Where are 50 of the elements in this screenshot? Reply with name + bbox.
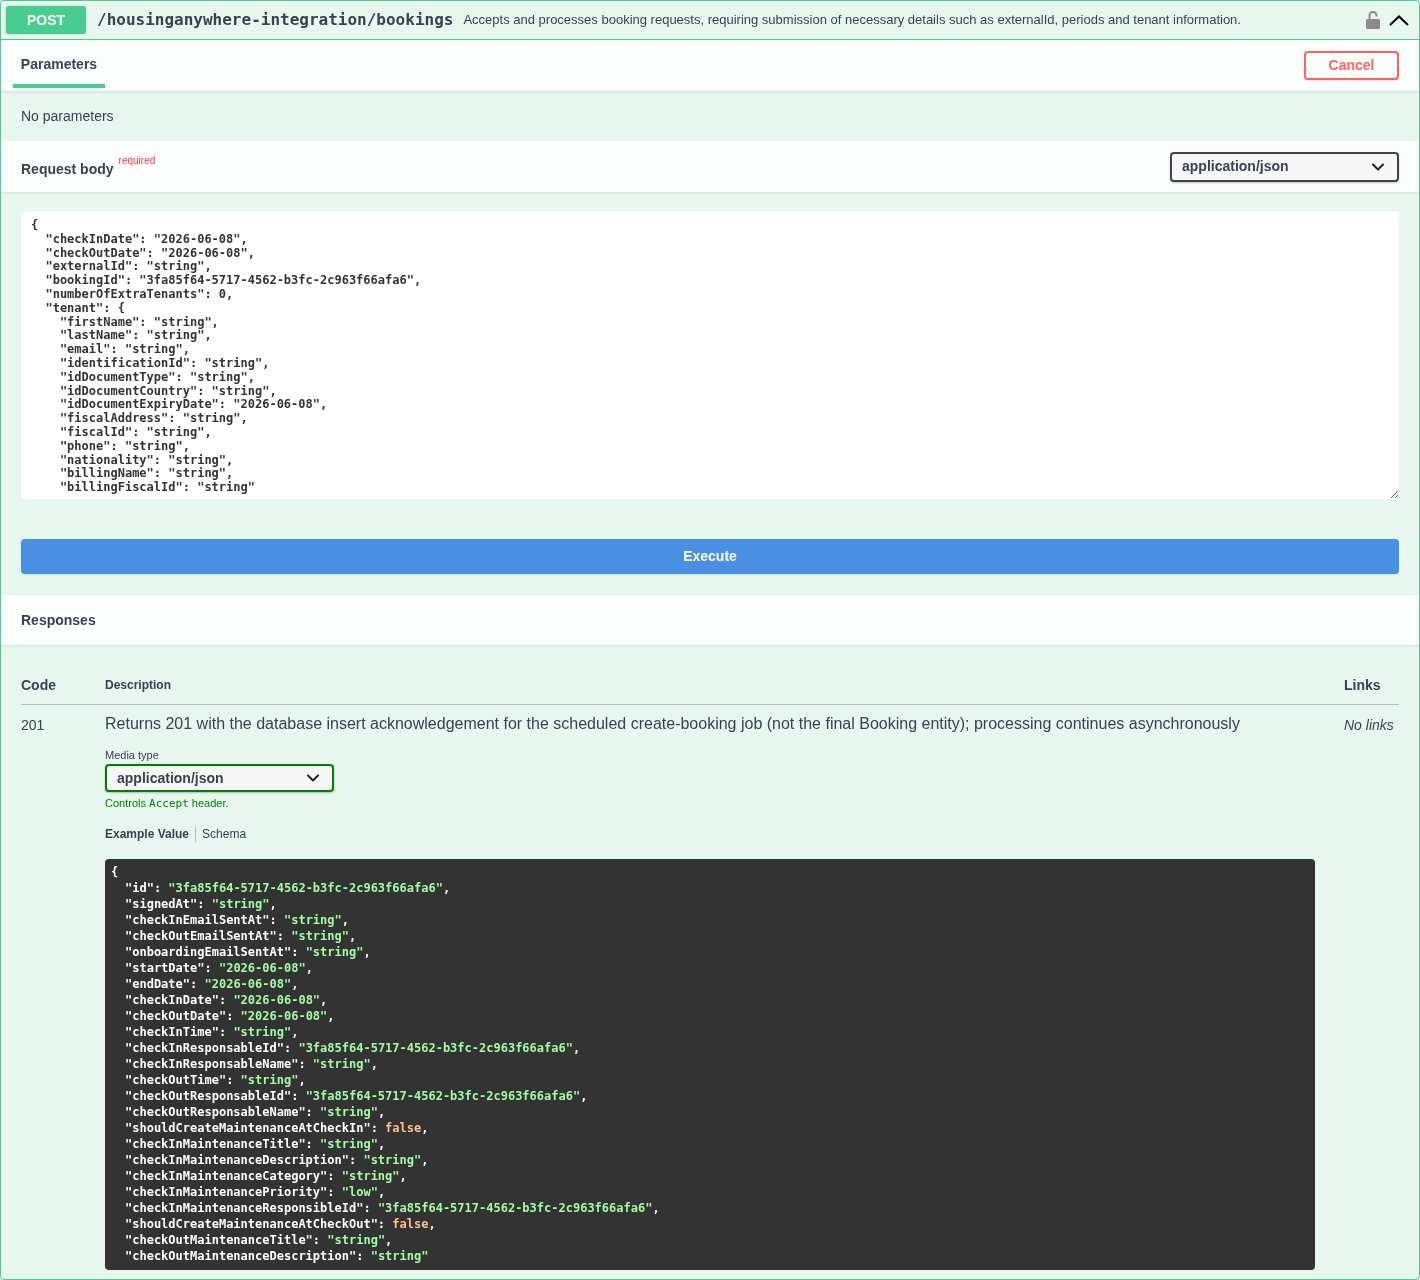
code-line: "checkInResponsableName": "string", (125, 1056, 378, 1072)
response-code: 201 (21, 717, 45, 733)
code-line: "checkInMaintenancePriority": "low", (125, 1184, 386, 1200)
code-line: "shouldCreateMaintenanceAtCheckIn": false, (125, 1120, 429, 1136)
media-type-select[interactable]: application/json (105, 764, 334, 792)
code-line: "checkInResponsableId": "3fa85f64-5717-4562-b3fc-2c963f66afa6", (125, 1040, 581, 1056)
code-line: "onboardingEmailSentAt": "string", (125, 944, 371, 960)
media-type-label: Media type (105, 748, 159, 762)
code-line: "id": "3fa85f64-5717-4562-b3fc-2c963f66afa6", (125, 880, 451, 896)
unlocked-padlock-icon[interactable] (1366, 11, 1380, 29)
code-line: "checkOutDate": "2026-06-08", (125, 1008, 335, 1024)
code-line: "checkOutMaintenanceDescription": "string" (125, 1248, 429, 1264)
content-type-select[interactable]: application/json (1170, 151, 1399, 182)
code-line: "signedAt": "string", (125, 896, 277, 912)
code-line: "checkOutTime": "string", (125, 1072, 306, 1088)
code-line: "checkOutResponsableId": "3fa85f64-5717-4562-b3fc-2c963f66afa6", (125, 1088, 588, 1104)
no-parameters-message: No parameters (21, 106, 114, 126)
example-value-tab[interactable]: Example Value (105, 826, 190, 842)
request-body-title: Request body (21, 159, 114, 179)
column-header: Description (105, 678, 171, 692)
column-header: Links (1344, 677, 1381, 693)
code-line: "endDate": "2026-06-08", (125, 976, 299, 992)
code-line: { (111, 864, 119, 880)
code-line: "checkOutMaintenanceTitle": "string", (125, 1232, 393, 1248)
code-line: "checkOutEmailSentAt": "string", (125, 928, 357, 944)
code-line: "checkInMaintenanceDescription": "string", (125, 1152, 429, 1168)
endpoint-summary: Accepts and processes booking requests, requiring submission of necessary details such as externalId, periods and tenant information. (463, 11, 1241, 30)
code-line: "shouldCreateMaintenanceAtCheckOut": false, (125, 1216, 436, 1232)
responses-title: Responses (21, 610, 96, 630)
required-label: required (118, 154, 156, 167)
code-line: "checkInTime": "string", (125, 1024, 299, 1040)
code-line: "startDate": "2026-06-08", (125, 960, 313, 976)
code-line: "checkOutResponsableName": "string", (125, 1104, 386, 1120)
schema-tab[interactable]: Schema (202, 826, 247, 842)
method-badge: POST (6, 6, 86, 34)
code-line: "checkInMaintenanceResponsibleId": "3fa85f64-5717-4562-b3fc-2c963f66afa6", (125, 1200, 660, 1216)
accept-header-hint: Controls Accept header. (105, 796, 229, 811)
code-line: "checkInMaintenanceTitle": "string", (125, 1136, 386, 1152)
code-line: "checkInMaintenanceCategory": "string", (125, 1168, 407, 1184)
parameters-tab[interactable]: Parameters (13, 44, 105, 88)
code-line: "checkInDate": "2026-06-08", (125, 992, 328, 1008)
column-header: Code (21, 677, 56, 693)
chevron-down-icon (1372, 162, 1384, 171)
request-body-editor[interactable]: { "checkInDate": "2026-06-08", "checkOutDate": "2026-06-08", "externalId": "string", "bookingId": "3fa85f64-5717-4562-b3fc-2c963f66afa6", "numberOfExtraTenants": 0, "tenant": { "firstName": "string", "lastName": "string", "email": "string", "identificationId": "string", "idDocumentType": "string", "idDocumentCountry": "string", "idDocumentExpiryDate": "2026-06-08", "fiscalAddress": "string", "fiscalId": "string", "phone": "string", "nationality": "string", "billingName": "string", "billingFiscalId": "string" (21, 211, 1399, 499)
response-description: Returns 201 with the database insert acknowledgement for the scheduled create-booking job (not the final Booking entity); processing continues asynchronously (105, 714, 1240, 734)
response-links: No links (1344, 717, 1394, 733)
chevron-down-icon (307, 774, 319, 782)
endpoint-path[interactable]: /housinganywhere-integration/bookings (97, 8, 454, 32)
chevron-up-icon[interactable] (1389, 14, 1409, 26)
code-line: "checkInEmailSentAt": "string", (125, 912, 349, 928)
